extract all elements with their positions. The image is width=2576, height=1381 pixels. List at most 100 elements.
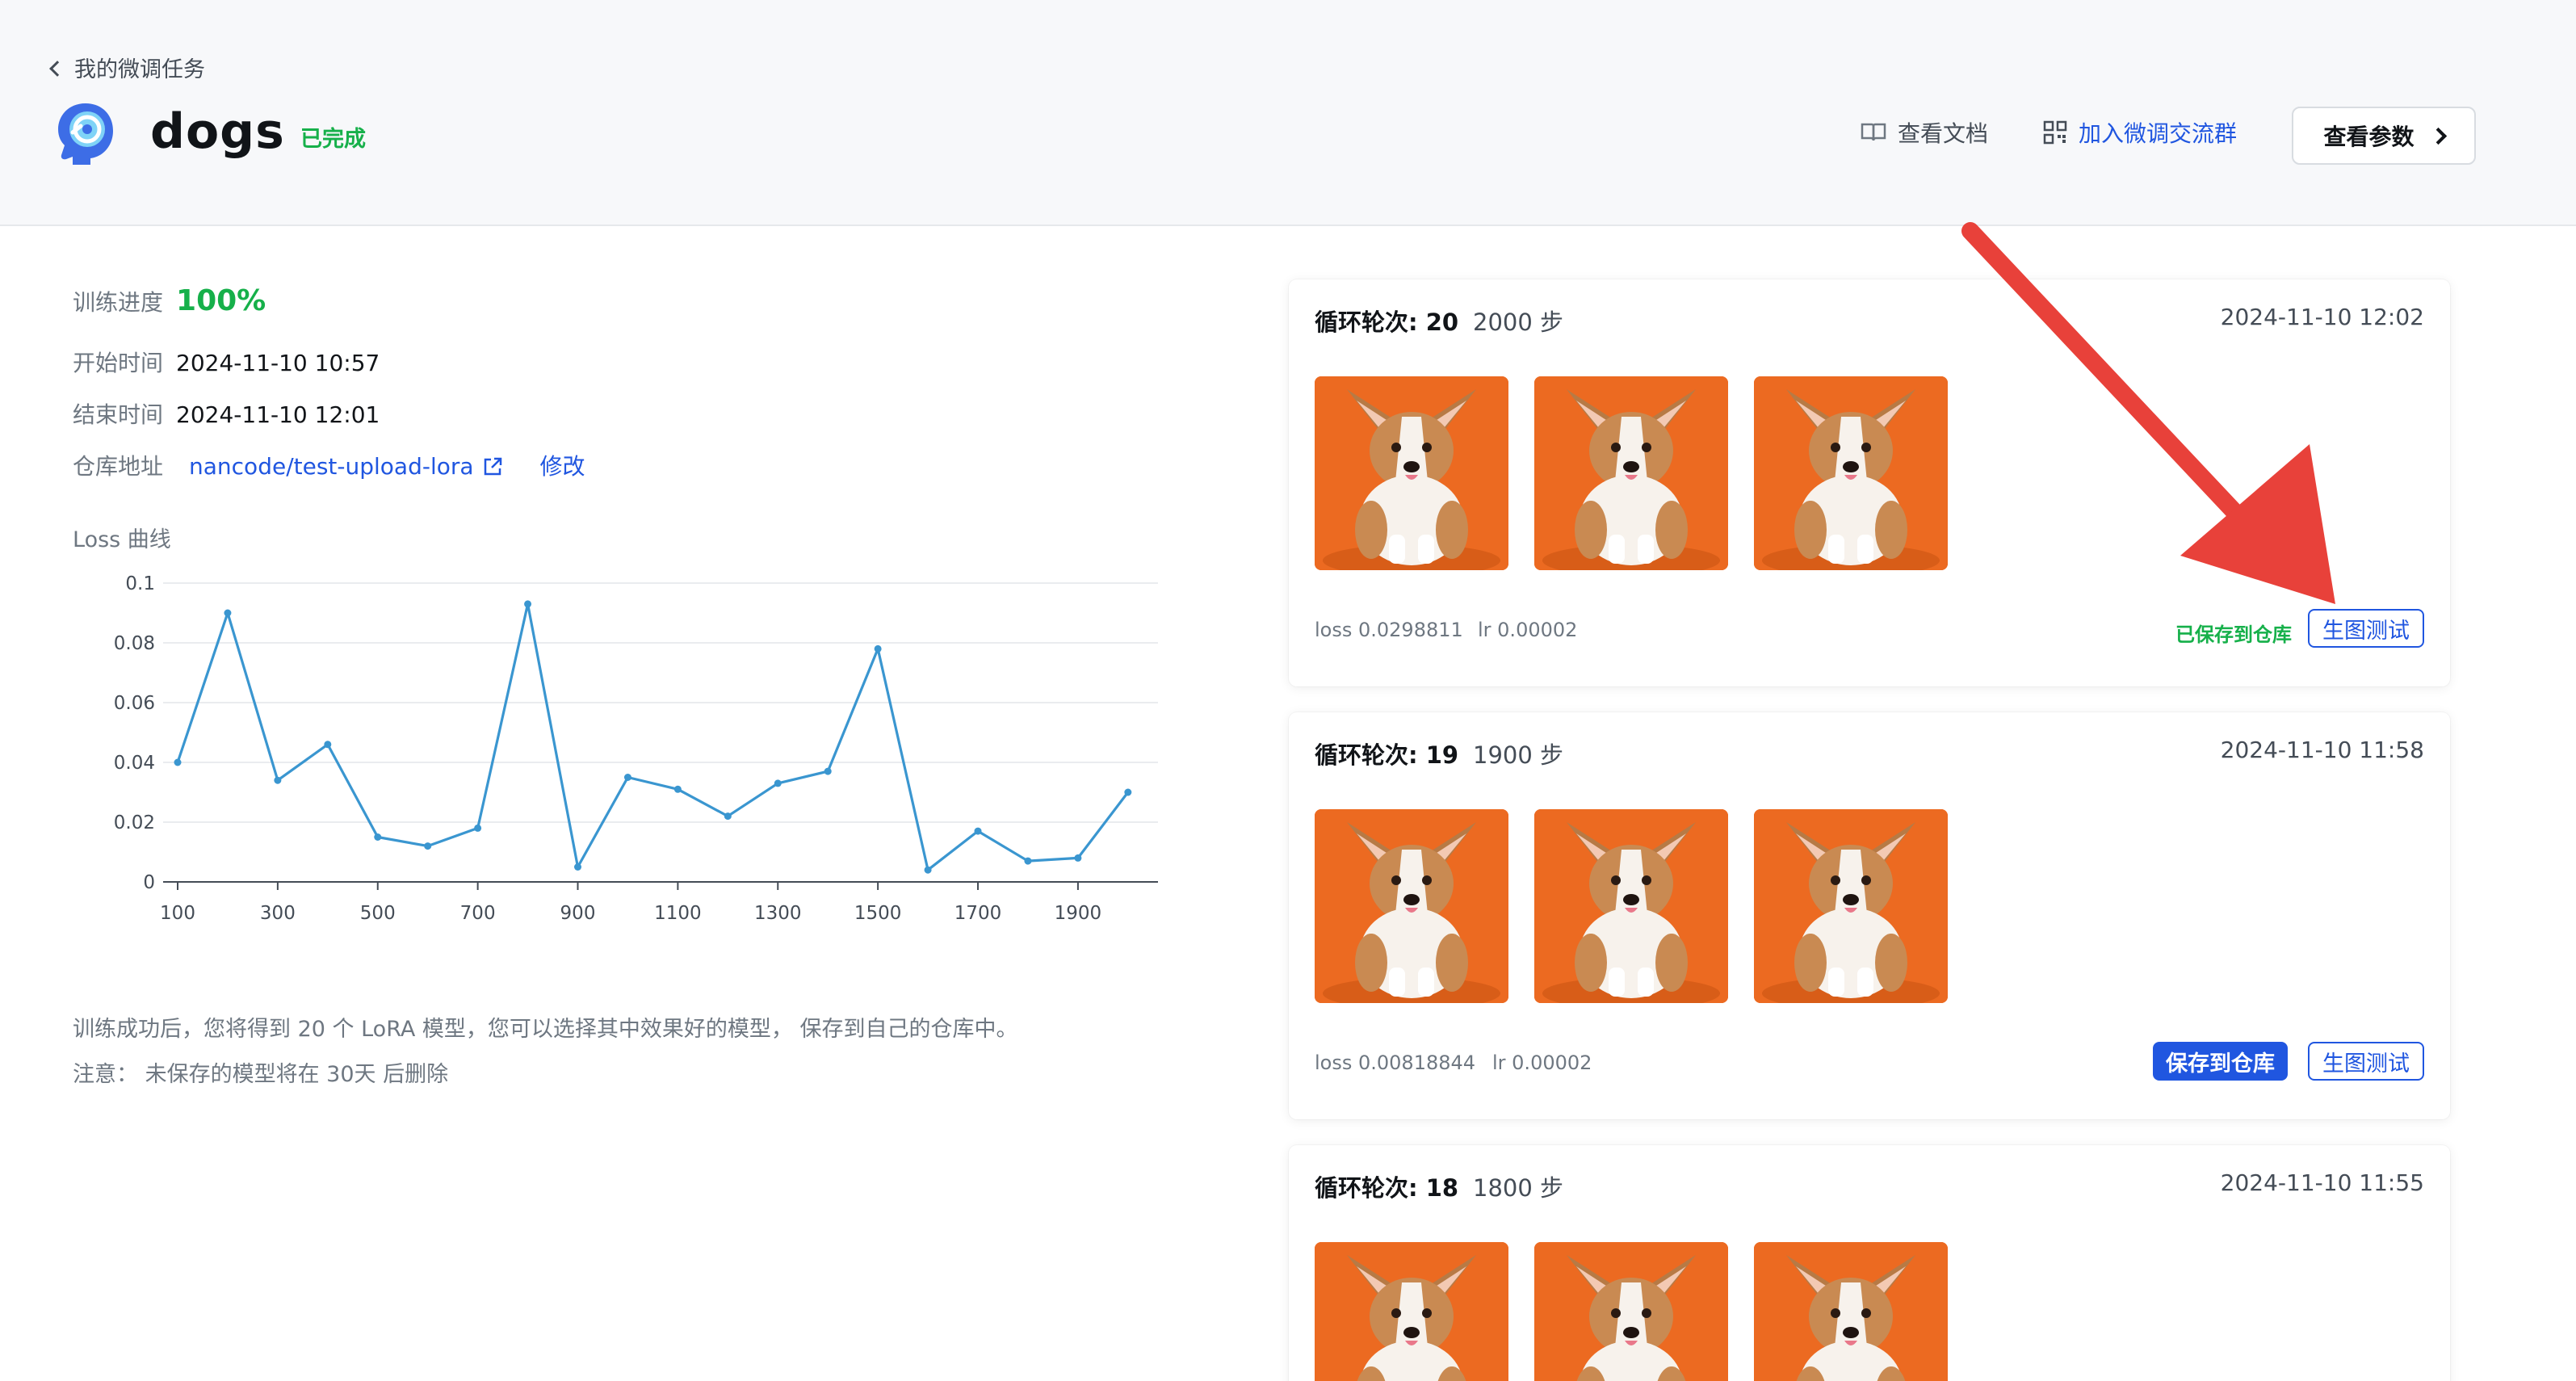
chart-grid [163, 582, 1158, 883]
view-docs-label: 查看文档 [1898, 120, 1989, 147]
repo-link[interactable]: nancode/test-upload-lora [189, 453, 503, 480]
loss-chart: 0 0.02 0.04 0.06 0.08 0.1 100 300 500 700 900 1100… [114, 573, 1158, 924]
x-tick-label: 1100 [654, 903, 702, 924]
start-time-row: 开始时间 2024-11-10 10:57 [73, 346, 380, 378]
back-link[interactable]: 我的微调任务 [49, 52, 205, 83]
x-tick-label: 1900 [1055, 903, 1102, 924]
steps-label: 2000 步 [1473, 309, 1564, 336]
page-title: dogs [150, 103, 285, 160]
page-header: 我的微调任务 dogs 已完成 查看文档 加入微调交流群 查看参数 [0, 0, 2576, 226]
loss-point [924, 866, 932, 874]
chart-x-ticks: 100 300 500 700 900 1100 1300 1500 1700 1900 [160, 882, 1101, 924]
repo-label: 仓库地址 [73, 453, 164, 480]
x-tick-label: 700 [460, 903, 496, 924]
loss-point [324, 741, 332, 749]
sample-image[interactable] [1754, 376, 1948, 570]
loss-point [574, 863, 582, 871]
loss-point [874, 644, 882, 653]
x-tick-label: 900 [560, 903, 596, 924]
sample-image[interactable] [1534, 376, 1728, 570]
chart-title: Loss 曲线 [73, 527, 171, 552]
epoch-time: 2024-11-10 11:55 [2220, 1169, 2424, 1196]
sample-image[interactable] [1754, 809, 1948, 1003]
loss-point [274, 776, 282, 784]
sample-image[interactable] [1534, 809, 1728, 1003]
epoch-label: 循环轮次: 18 [1315, 1174, 1459, 1202]
y-tick-label: 0.04 [114, 753, 155, 774]
back-link-label: 我的微调任务 [74, 57, 205, 82]
start-time-label: 开始时间 [73, 350, 164, 376]
loss-point [974, 827, 982, 835]
y-tick-label: 0 [143, 872, 155, 893]
join-group-label: 加入微调交流群 [2079, 120, 2238, 147]
x-tick-label: 1700 [954, 903, 1002, 924]
sample-image[interactable] [1534, 1242, 1728, 1381]
join-group-link[interactable]: 加入微调交流群 [2043, 116, 2237, 149]
loss-point [623, 774, 631, 781]
y-tick-label: 0.1 [125, 573, 155, 594]
x-tick-label: 300 [260, 903, 296, 924]
chart-y-ticks: 0 0.02 0.04 0.06 0.08 0.1 [114, 573, 155, 893]
qr-code-icon [2043, 120, 2067, 145]
loss-point [374, 833, 382, 841]
view-params-label: 查看参数 [2323, 124, 2414, 150]
save-to-repo-button[interactable]: 保存到仓库 [2153, 1042, 2288, 1081]
end-time-row: 结束时间 2024-11-10 12:01 [73, 397, 380, 430]
test-generate-button[interactable]: 生图测试 [2308, 1042, 2424, 1081]
epoch-time: 2024-11-10 11:58 [2220, 737, 2424, 763]
loss-point [174, 758, 182, 766]
epoch-card: 循环轮次: 18 1800 步 2024-11-10 11:55 [1289, 1145, 2450, 1381]
external-link-icon [484, 457, 501, 475]
loss-point [524, 600, 532, 608]
sample-image[interactable] [1315, 376, 1508, 570]
app-logo-icon [58, 103, 113, 165]
steps-label: 1900 步 [1473, 741, 1564, 769]
annotation-arrow-icon [1961, 222, 2335, 604]
view-params-button[interactable]: 查看参数 [2292, 107, 2476, 165]
loss-point [673, 785, 682, 793]
loss-point [424, 842, 432, 850]
x-tick-label: 1500 [854, 903, 902, 924]
y-tick-label: 0.02 [114, 812, 155, 833]
repo-row: 仓库地址 nancode/test-upload-lora 修改 [73, 449, 585, 481]
progress-row: 训练进度 100% [73, 284, 266, 317]
edit-repo-link[interactable]: 修改 [540, 449, 585, 481]
chevron-right-icon [2429, 127, 2447, 145]
test-generate-button[interactable]: 生图测试 [2308, 609, 2424, 648]
progress-label: 训练进度 [73, 289, 164, 316]
y-tick-label: 0.06 [114, 693, 155, 714]
retention-note: 注意： 未保存的模型将在 30天 后删除 [73, 1062, 449, 1087]
chevron-left-icon [49, 60, 65, 77]
sample-image[interactable] [1315, 1242, 1508, 1381]
loss-point [824, 767, 832, 775]
loss-series-points [174, 600, 1132, 874]
loss-point [1074, 854, 1082, 862]
loss-point [474, 824, 482, 832]
status-badge: 已完成 [300, 127, 366, 152]
view-docs-link[interactable]: 查看文档 [1861, 116, 1988, 149]
steps-label: 1800 步 [1473, 1174, 1564, 1202]
x-tick-label: 500 [360, 903, 396, 924]
x-tick-label: 1300 [754, 903, 802, 924]
loss-point [1024, 857, 1032, 865]
loss-point [224, 609, 232, 617]
saved-status: 已保存到仓库 [2175, 623, 2292, 646]
y-tick-label: 0.08 [114, 633, 155, 654]
training-note: 训练成功后，您将得到 20 个 LoRA 模型，您可以选择其中效果好的模型， 保… [73, 1017, 1018, 1042]
loss-series-line [176, 602, 1130, 871]
loss-value: loss 0.0298811 [1315, 619, 1463, 641]
loss-point [774, 779, 782, 787]
lr-value: lr 0.00002 [1492, 1051, 1592, 1074]
end-time-label: 结束时间 [73, 401, 164, 428]
start-time-value: 2024-11-10 10:57 [176, 350, 380, 376]
book-icon [1861, 123, 1886, 141]
lr-value: lr 0.00002 [1478, 619, 1578, 641]
epoch-card: 循环轮次: 19 1900 步 2024-11-10 11:58 loss 0.… [1289, 712, 2450, 1119]
sample-image[interactable] [1754, 1242, 1948, 1381]
end-time-value: 2024-11-10 12:01 [176, 401, 380, 428]
loss-value: loss 0.00818844 [1315, 1051, 1476, 1074]
repo-link-label: nancode/test-upload-lora [189, 453, 474, 480]
loss-point [724, 812, 732, 821]
epoch-label: 循环轮次: 20 [1315, 309, 1459, 336]
sample-image[interactable] [1315, 809, 1508, 1003]
